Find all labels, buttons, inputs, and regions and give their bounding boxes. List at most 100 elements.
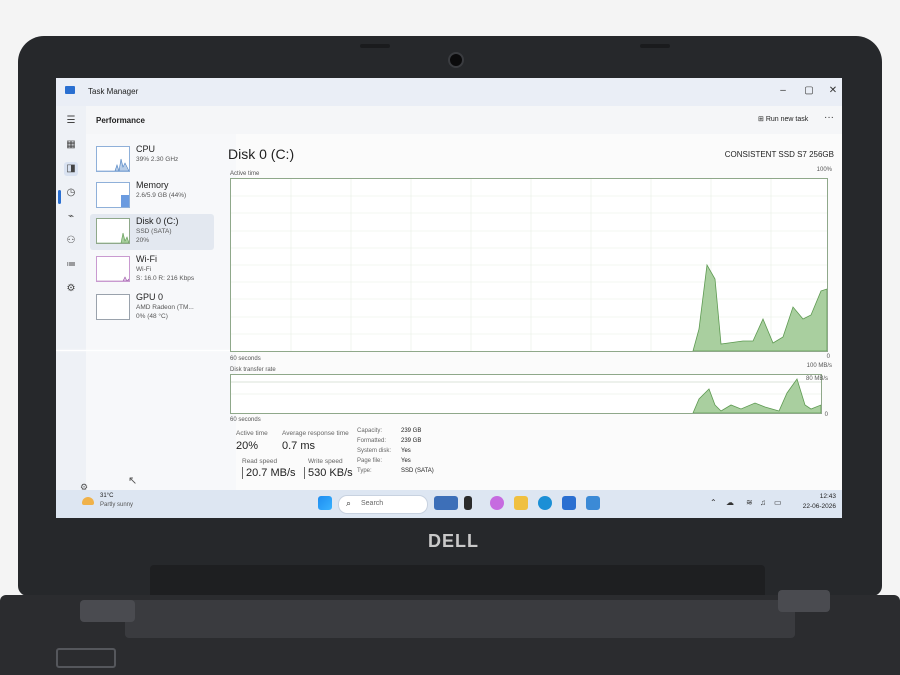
prop-key: Page file: (357, 458, 383, 464)
weather-icon[interactable] (82, 497, 94, 505)
resource-cpu[interactable]: CPU 39% 2.30 GHz (90, 142, 214, 178)
transfer-rate-svg (231, 378, 822, 414)
transfer-mid: 80 MB/s (805, 376, 828, 382)
resource-disk[interactable]: Disk 0 (C:) SSD (SATA) 20% (90, 214, 214, 250)
users-icon[interactable]: ⚇ (64, 234, 78, 248)
prop-key: Formatted: (357, 438, 387, 444)
processes-icon[interactable]: ▦ (64, 138, 78, 152)
clock-time[interactable]: 12:43 (798, 493, 836, 500)
battery-icon[interactable]: ▭ (774, 498, 782, 507)
cloud-icon[interactable]: ☁ (726, 498, 734, 507)
base-strip (125, 600, 795, 638)
transfer-rate-series (692, 378, 822, 414)
more-options-button[interactable]: ··· (824, 112, 834, 123)
chevron-up-icon[interactable]: ⌃ (710, 498, 717, 507)
prop-value: SSD (SATA) (401, 468, 434, 474)
services-icon[interactable]: ⚙ (64, 282, 78, 296)
write-speed-label: Write speed (308, 458, 343, 465)
disk-model: CONSISTENT SSD S7 256GB (724, 150, 834, 159)
transfer-rate-graph (230, 374, 822, 414)
maximize-button[interactable]: ▢ (800, 83, 818, 99)
active-time-stat-label: Active time (236, 430, 268, 437)
graph-seconds-label-2: 60 seconds (230, 417, 261, 423)
hinge-left (80, 600, 135, 622)
hamburger-icon[interactable]: ☰ (64, 114, 78, 128)
prop-key: Type: (357, 468, 372, 474)
task-manager-icon (65, 86, 75, 94)
read-speed-value: 20.7 MB/s (242, 467, 296, 479)
response-time-label: Average response time (282, 430, 349, 437)
resource-usage: 20% (136, 237, 150, 244)
screen: Task Manager – ▢ ✕ ☰ ▦ ◨ ◷ ⌁ ⚇ ≔ ⚙ Perfo… (56, 78, 842, 518)
cpu-thumbnail (96, 146, 130, 172)
active-time-svg (231, 179, 828, 352)
window-title: Task Manager (88, 87, 139, 96)
disk-detail-panel: Disk 0 (C:) CONSISTENT SSD S7 256GB Acti… (228, 134, 842, 490)
resource-memory[interactable]: Memory 2.6/5.9 GB (44%) (90, 178, 214, 214)
edge-icon[interactable] (538, 496, 552, 510)
minimize-button[interactable]: – (774, 83, 792, 99)
gpu-thumbnail (96, 294, 130, 320)
copilot-icon[interactable] (490, 496, 504, 510)
weather-description[interactable]: Partly sunny (100, 502, 133, 508)
page-header: Performance ⊞ Run new task ··· (86, 106, 842, 135)
prop-key: System disk: (357, 448, 392, 454)
keyboard-key (56, 648, 116, 668)
app-history-icon[interactable]: ◷ (64, 186, 78, 200)
active-time-label: Active time (230, 171, 260, 177)
run-task-icon: ⊞ (758, 116, 764, 123)
clock-date[interactable]: 22-06-2026 (786, 503, 836, 510)
graph-seconds-label: 60 seconds (230, 356, 261, 362)
volume-icon[interactable]: ♫ (760, 498, 766, 507)
taskbar: 31°C Partly sunny ⌕ Search ⌃ ☁ ≋ ♫ ▭ 12:… (56, 490, 842, 518)
read-speed-label: Read speed (242, 458, 278, 465)
performance-icon[interactable]: ◨ (64, 162, 78, 176)
resource-wifi[interactable]: Wi-Fi Wi-Fi S: 16.0 R: 216 Kbps (90, 252, 214, 288)
wifi-thumbnail (96, 256, 130, 282)
task-manager-taskbar-icon[interactable] (586, 496, 600, 510)
page-title: Performance (96, 116, 145, 125)
mouse-cursor-icon: ↖ (128, 475, 138, 487)
details-icon[interactable]: ≔ (64, 258, 78, 272)
close-button[interactable]: ✕ (824, 83, 842, 99)
startup-apps-icon[interactable]: ⌁ (64, 210, 78, 224)
run-task-label: Run new task (765, 116, 809, 123)
wifi-icon[interactable]: ≋ (746, 498, 753, 507)
response-time-value: 0.7 ms (282, 440, 316, 452)
disk-title: Disk 0 (C:) (228, 146, 295, 162)
resource-throughput: S: 16.0 R: 216 Kbps (136, 275, 195, 282)
laptop-hinge (150, 565, 765, 599)
active-time-graph (230, 178, 828, 352)
resource-detail: Wi-Fi (136, 266, 152, 273)
prop-value: 239 GB (401, 438, 422, 444)
disk-thumbnail (96, 218, 130, 244)
resource-detail: AMD Radeon (TM... (136, 304, 194, 311)
resource-name: Wi-Fi (136, 254, 157, 264)
prop-value: Yes (401, 458, 411, 464)
store-icon[interactable] (562, 496, 576, 510)
file-explorer-icon[interactable] (514, 496, 528, 510)
resource-list: CPU 39% 2.30 GHz Memory 2.6/5.9 GB (44%)… (86, 134, 236, 490)
resource-detail: 2.6/5.9 GB (44%) (136, 192, 187, 199)
weather-temp[interactable]: 31°C (100, 493, 113, 499)
run-new-task-button[interactable]: ⊞ Run new task (754, 113, 812, 125)
hinge-right (778, 590, 830, 612)
start-icon[interactable] (318, 496, 332, 510)
active-time-stat-value: 20% (236, 440, 259, 452)
webcam (448, 52, 464, 68)
active-time-max: 100% (816, 167, 832, 173)
resource-detail: 39% 2.30 GHz (136, 156, 179, 163)
resource-detail: SSD (SATA) (136, 228, 172, 235)
title-bar: Task Manager – ▢ ✕ (56, 78, 842, 106)
widgets-icon[interactable] (434, 496, 458, 510)
screen-glare-line (56, 350, 236, 351)
prop-value: Yes (401, 448, 411, 454)
write-speed-value: 530 KB/s (304, 467, 353, 479)
brand-logo: DELL (428, 531, 479, 551)
nav-active-indicator (58, 190, 61, 204)
resource-gpu[interactable]: GPU 0 AMD Radeon (TM... 0% (48 °C) (90, 290, 214, 326)
task-view-icon[interactable] (464, 496, 472, 510)
active-time-min: 0 (826, 354, 830, 360)
taskbar-search[interactable]: ⌕ Search (338, 495, 428, 514)
resource-name: CPU (136, 144, 156, 154)
